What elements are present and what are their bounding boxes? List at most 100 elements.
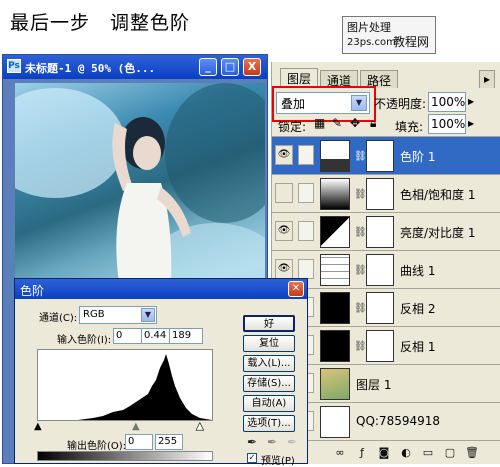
layer-link-icon[interactable]	[298, 145, 314, 165]
lock-label: 锁定:	[278, 120, 307, 134]
layer-mask-thumbnail[interactable]	[366, 254, 394, 286]
lock-transparent-icon[interactable]: ▦	[314, 116, 325, 130]
input-white-field[interactable]: 189	[169, 328, 203, 344]
layer-mask-thumbnail[interactable]	[366, 140, 394, 172]
layer-name: 图层 1	[356, 378, 392, 392]
chain-icon[interactable]: ⛓︎	[354, 265, 367, 276]
channel-select[interactable]: RGB ▼	[79, 306, 157, 324]
layer-row-hue-saturation-1[interactable]: ⛓︎ 色相/饱和度 1	[272, 174, 500, 212]
page-title: 最后一步 调整色阶	[10, 12, 191, 34]
layer-name: 色阶 1	[400, 150, 436, 164]
layer-row-brightness-contrast-1[interactable]: 👁︎ ⛓︎ 亮度/对比度 1	[272, 212, 500, 250]
panel-tabs: 图层 通道 路径 ▸	[272, 68, 500, 88]
lock-paint-icon[interactable]: ✎	[332, 116, 342, 130]
gray-eyedropper-icon[interactable]: ✒︎	[267, 434, 281, 450]
eye-icon[interactable]: 👁︎	[275, 221, 293, 241]
output-black-field[interactable]: 0	[125, 434, 153, 450]
layer-name: 反相 2	[400, 302, 436, 316]
channel-label: 通道(C):	[39, 313, 78, 324]
fill-slider-icon[interactable]: ▶	[468, 114, 478, 134]
minimize-button[interactable]: _	[199, 58, 217, 76]
levels-dialog[interactable]: 色阶 ✕ 通道(C): RGB ▼ 输入色阶(I): 0 0.44 189 ▲ …	[14, 278, 308, 467]
tab-layers[interactable]: 图层	[280, 68, 319, 88]
layer-name: 反相 1	[400, 340, 436, 354]
options-button[interactable]: 选项(T)...	[243, 415, 295, 432]
preview-label: 预览(P)	[261, 456, 295, 467]
new-layer-icon[interactable]: ▢	[442, 445, 458, 461]
invert-adjustment-icon	[320, 292, 350, 324]
reset-button[interactable]: 复位	[243, 335, 295, 352]
lock-move-icon[interactable]: ✥	[350, 116, 360, 130]
chevron-down-icon[interactable]: ▼	[141, 308, 155, 322]
save-button[interactable]: 存储(S)...	[243, 375, 295, 392]
close-button[interactable]: X	[243, 58, 261, 76]
levels-titlebar[interactable]: 色阶 ✕	[15, 279, 307, 299]
logo-text-2: 23ps.com	[347, 37, 396, 48]
layer-link-icon[interactable]	[298, 183, 314, 203]
black-input-slider-icon[interactable]: ▲	[34, 421, 42, 432]
close-icon[interactable]: ✕	[288, 281, 304, 297]
opacity-slider-icon[interactable]: ▶	[468, 92, 478, 112]
output-levels-label: 输出色阶(O):	[67, 441, 127, 452]
load-button[interactable]: 载入(L)...	[243, 355, 295, 372]
add-mask-icon[interactable]: ◙	[376, 445, 392, 461]
opacity-input[interactable]: 100%	[428, 92, 466, 112]
chain-icon[interactable]: ⛓︎	[354, 151, 367, 162]
blend-mode-select[interactable]: 叠加 ▼	[276, 92, 370, 114]
trash-icon[interactable]: 🗑︎	[464, 445, 480, 461]
document-titlebar[interactable]: Ps 未标题-1 @ 50% (色... _ □ X	[3, 55, 267, 79]
input-levels-label: 输入色阶(I):	[57, 335, 112, 346]
layer-mask-thumbnail[interactable]	[366, 330, 394, 362]
new-group-icon[interactable]: ▭	[420, 445, 436, 461]
chain-icon[interactable]: ⛓︎	[354, 227, 367, 238]
gamma-input-slider-icon[interactable]: ▲	[132, 421, 140, 432]
invert-adjustment-icon	[320, 330, 350, 362]
logo-text-3: 教程网	[393, 35, 430, 49]
chain-icon[interactable]: ⛓︎	[354, 189, 367, 200]
curves-adjustment-icon	[320, 254, 350, 286]
layer-name: QQ:78594918	[356, 414, 441, 428]
layer-row-levels-1[interactable]: 👁︎ ⛓︎ 色阶 1	[272, 136, 500, 174]
eye-icon[interactable]	[275, 183, 293, 203]
layer-style-icon[interactable]: ƒ	[354, 445, 370, 461]
white-input-slider-icon[interactable]: ▲	[196, 421, 204, 433]
photoshop-icon: Ps	[7, 59, 21, 73]
eye-icon[interactable]: 👁︎	[275, 259, 293, 279]
link-layers-icon[interactable]: ∞	[332, 445, 348, 461]
ok-button[interactable]: 好	[243, 315, 295, 332]
panel-menu-icon[interactable]: ▸	[479, 70, 496, 88]
layer-thumbnail	[320, 406, 350, 438]
preview-checkbox[interactable]: ✓	[247, 453, 257, 463]
brightness-contrast-adjustment-icon	[320, 216, 350, 248]
layer-link-icon[interactable]	[298, 221, 314, 241]
auto-button[interactable]: 自动(A)	[243, 395, 295, 412]
histogram	[37, 349, 213, 421]
opacity-label: 不透明度:	[374, 97, 427, 111]
output-white-field[interactable]: 255	[155, 434, 183, 450]
channel-value: RGB	[83, 309, 105, 320]
hue-saturation-adjustment-icon	[320, 178, 350, 210]
levels-adjustment-icon	[320, 140, 350, 172]
chain-icon[interactable]: ⛓︎	[354, 341, 367, 352]
eye-icon[interactable]: 👁︎	[275, 145, 293, 165]
white-eyedropper-icon[interactable]: ✒︎	[287, 434, 301, 450]
layer-mask-thumbnail[interactable]	[366, 292, 394, 324]
layer-mask-thumbnail[interactable]	[366, 178, 394, 210]
black-eyedropper-icon[interactable]: ✒︎	[247, 434, 261, 450]
levels-title: 色阶	[20, 284, 45, 298]
layer-name: 色相/饱和度 1	[400, 188, 476, 202]
fill-label: 填充:	[395, 120, 424, 134]
chevron-down-icon[interactable]: ▼	[351, 95, 367, 111]
logo-text-1: 图片处理	[347, 21, 391, 34]
output-gradient-bar	[37, 451, 213, 461]
layer-mask-thumbnail[interactable]	[366, 216, 394, 248]
site-logo: 图片处理 23ps.com 教程网	[342, 16, 436, 54]
new-fill-adjustment-icon[interactable]: ◐	[398, 445, 414, 461]
blend-mode-value: 叠加	[281, 97, 306, 111]
layer-name: 曲线 1	[400, 264, 436, 278]
chain-icon[interactable]: ⛓︎	[354, 303, 367, 314]
maximize-button[interactable]: □	[221, 58, 239, 76]
lock-all-icon[interactable]: 🔒︎	[370, 116, 376, 131]
fill-input[interactable]: 100%	[428, 114, 466, 134]
layer-link-icon[interactable]	[298, 259, 314, 279]
